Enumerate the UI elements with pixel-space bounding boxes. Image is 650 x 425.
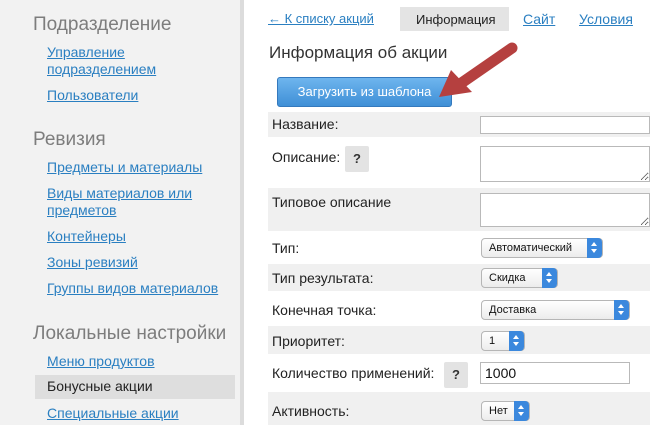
annotation-arrow-icon <box>439 42 518 97</box>
